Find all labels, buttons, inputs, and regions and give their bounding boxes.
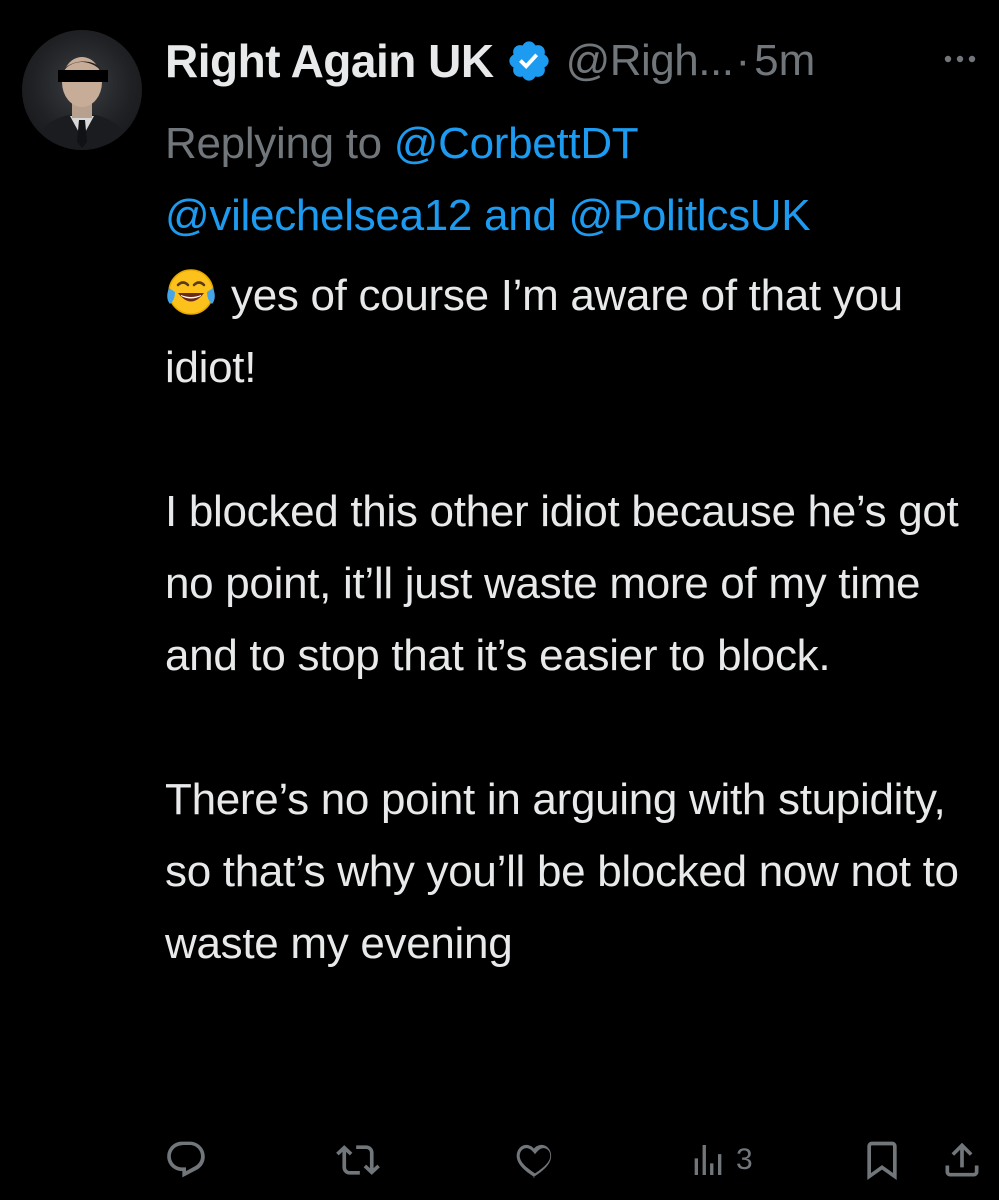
- bookmark-icon: [860, 1138, 904, 1182]
- more-options-icon[interactable]: [936, 44, 984, 74]
- tweet-paragraph: yes of course I’m aware of that you idio…: [165, 260, 985, 404]
- separator-dot: ·: [735, 36, 751, 85]
- avatar-image: [32, 57, 132, 150]
- verified-badge-icon: [506, 38, 552, 84]
- views-icon: [688, 1138, 728, 1182]
- mention-link[interactable]: @CorbettDT: [394, 119, 639, 168]
- display-name[interactable]: Right Again UK: [165, 34, 494, 88]
- like-button[interactable]: [513, 1130, 557, 1190]
- tweet-paragraph: I blocked this other idiot because he’s …: [165, 487, 959, 680]
- retweet-icon: [336, 1138, 380, 1182]
- mention-link[interactable]: @PolitlcsUK: [568, 191, 810, 240]
- tweet-text: yes of course I’m aware of that you idio…: [165, 260, 985, 980]
- tweet: Right Again UK @Righ... · 5m Replying to…: [0, 0, 999, 1200]
- mention-link[interactable]: @vilechelsea12: [165, 191, 472, 240]
- tweet-header: Right Again UK @Righ... · 5m: [165, 28, 815, 94]
- timestamp[interactable]: 5m: [754, 36, 815, 86]
- avatar[interactable]: [22, 30, 142, 150]
- views-button[interactable]: 3: [688, 1130, 753, 1190]
- like-icon: [513, 1138, 557, 1182]
- mention-and: and: [472, 191, 569, 240]
- replying-to: Replying to @CorbettDT @vilechelsea12 an…: [165, 108, 985, 252]
- reply-button[interactable]: [164, 1130, 208, 1190]
- share-icon: [940, 1138, 984, 1182]
- share-button[interactable]: [940, 1130, 984, 1190]
- tweet-paragraph: There’s no point in arguing with stupidi…: [165, 775, 959, 968]
- action-bar: 3: [0, 1130, 999, 1190]
- bookmark-button[interactable]: [860, 1130, 904, 1190]
- replying-prefix: Replying to: [165, 119, 394, 168]
- handle[interactable]: @Righ...: [566, 36, 734, 86]
- paragraph-1: yes of course I’m aware of that you idio…: [165, 271, 903, 392]
- views-count: 3: [736, 1143, 753, 1176]
- reply-icon: [164, 1138, 208, 1182]
- face-with-tears-of-joy-emoji: [165, 266, 217, 318]
- retweet-button[interactable]: [336, 1130, 380, 1190]
